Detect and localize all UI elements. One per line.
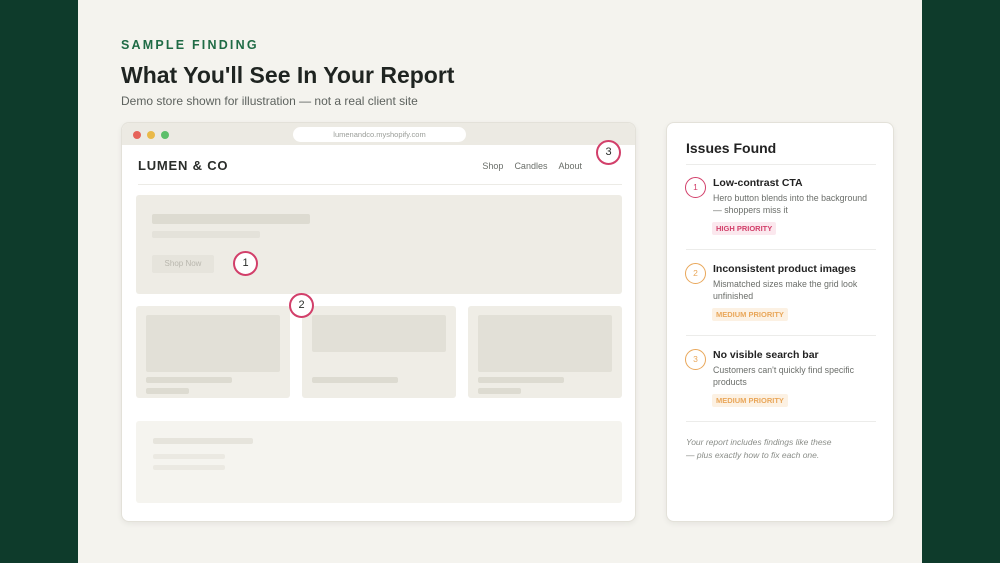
- priority-badge: MEDIUM PRIORITY: [712, 308, 788, 321]
- issue-description: Hero button blends into the background —…: [713, 193, 868, 215]
- issues-panel: Issues Found 1 Low-contrast CTA Hero but…: [666, 122, 894, 522]
- issue-title: Inconsistent product images: [713, 263, 856, 275]
- product-title-placeholder: [312, 377, 398, 383]
- issue-item: 2 Inconsistent product images Mismatched…: [685, 263, 880, 333]
- text-line-placeholder: [153, 465, 225, 470]
- issue-marker-2: 2: [289, 293, 314, 318]
- store-nav: Shop Candles About: [482, 161, 582, 171]
- product-title-placeholder: [146, 377, 232, 383]
- browser-toolbar: lumenandco.myshopify.com: [122, 123, 635, 145]
- priority-badge: HIGH PRIORITY: [712, 222, 777, 235]
- store-logo: LUMEN & CO: [138, 158, 229, 173]
- page-subtitle: Demo store shown for illustration — not …: [121, 94, 418, 108]
- product-price-placeholder: [478, 388, 521, 394]
- browser-mockup: lumenandco.myshopify.com LUMEN & CO Shop…: [121, 122, 636, 522]
- divider: [686, 421, 876, 422]
- nav-item-about: About: [558, 161, 582, 171]
- priority-badge: MEDIUM PRIORITY: [712, 394, 788, 407]
- minimize-dot-icon: [147, 131, 155, 139]
- product-title-placeholder: [478, 377, 564, 383]
- product-image-placeholder: [312, 315, 446, 352]
- product-image-placeholder: [146, 315, 280, 372]
- product-card: [302, 306, 456, 398]
- hero-shop-now-button: Shop Now: [152, 255, 214, 273]
- issue-title: Low-contrast CTA: [713, 177, 803, 189]
- issue-marker-3: 3: [596, 140, 621, 165]
- divider: [686, 164, 876, 165]
- issue-item: 1 Low-contrast CTA Hero button blends in…: [685, 177, 880, 247]
- divider: [686, 335, 876, 336]
- report-note: Your report includes findings like these…: [686, 437, 832, 460]
- store-header: LUMEN & CO Shop Candles About: [138, 153, 622, 185]
- issue-description: Mismatched sizes make the grid look unfi…: [713, 279, 858, 301]
- product-card: [468, 306, 622, 398]
- product-card: [136, 306, 290, 398]
- product-image-placeholder: [478, 315, 612, 372]
- issue-item: 3 No visible search bar Customers can't …: [685, 349, 880, 419]
- page-title: What You'll See In Your Report: [121, 62, 455, 88]
- issue-number-badge: 1: [685, 177, 706, 198]
- content-block-placeholder: [136, 421, 622, 503]
- divider: [686, 249, 876, 250]
- hero-heading-placeholder: [152, 214, 310, 224]
- maximize-dot-icon: [161, 131, 169, 139]
- address-bar: lumenandco.myshopify.com: [293, 127, 466, 142]
- hero-section: Shop Now: [136, 195, 622, 294]
- nav-item-candles: Candles: [514, 161, 548, 171]
- nav-item-shop: Shop: [482, 161, 504, 171]
- hero-text-placeholder: [152, 231, 260, 238]
- issue-marker-1: 1: [233, 251, 258, 276]
- product-price-placeholder: [146, 388, 189, 394]
- close-dot-icon: [133, 131, 141, 139]
- slide: SAMPLE FINDING What You'll See In Your R…: [78, 0, 922, 563]
- issue-number-badge: 2: [685, 263, 706, 284]
- issue-description: Customers can't quickly find specific pr…: [713, 365, 855, 387]
- eyebrow-label: SAMPLE FINDING: [121, 38, 259, 52]
- issues-panel-title: Issues Found: [686, 140, 777, 156]
- issue-number-badge: 3: [685, 349, 706, 370]
- issue-title: No visible search bar: [713, 349, 819, 361]
- text-line-placeholder: [153, 454, 225, 459]
- text-line-placeholder: [153, 438, 253, 444]
